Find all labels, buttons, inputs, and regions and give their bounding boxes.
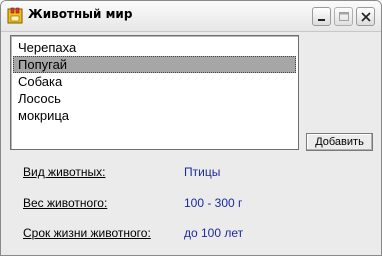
type-value: Птицы [184, 165, 221, 179]
list-item-selected[interactable]: Попугай [13, 56, 296, 73]
minimize-button[interactable] [312, 7, 331, 26]
maximize-icon [339, 12, 349, 21]
close-icon [361, 12, 371, 22]
list-item[interactable]: Черепаха [13, 39, 296, 56]
maximize-button[interactable] [334, 7, 353, 26]
lifespan-label: Срок жизни животного: [23, 226, 151, 240]
list-item[interactable]: Собака [13, 73, 296, 90]
minimize-icon [318, 19, 325, 21]
weight-label: Вес животного: [23, 196, 108, 210]
window-title: Животный мир [28, 7, 133, 21]
title-bar[interactable]: Животный мир [1, 1, 381, 32]
close-button[interactable] [356, 7, 375, 26]
app-window: Животный мир Черепаха Попугай Собака Лос… [0, 0, 382, 256]
animal-listbox[interactable]: Черепаха Попугай Собака Лосось мокрица [10, 35, 299, 150]
list-item[interactable]: Лосось [13, 90, 296, 107]
add-button[interactable]: Добавить [306, 133, 373, 151]
lifespan-value: до 100 лет [184, 226, 244, 240]
app-icon [7, 7, 23, 25]
type-label: Вид животных: [23, 165, 106, 179]
weight-value: 100 - 300 г [184, 196, 243, 210]
list-item[interactable]: мокрица [13, 107, 296, 124]
